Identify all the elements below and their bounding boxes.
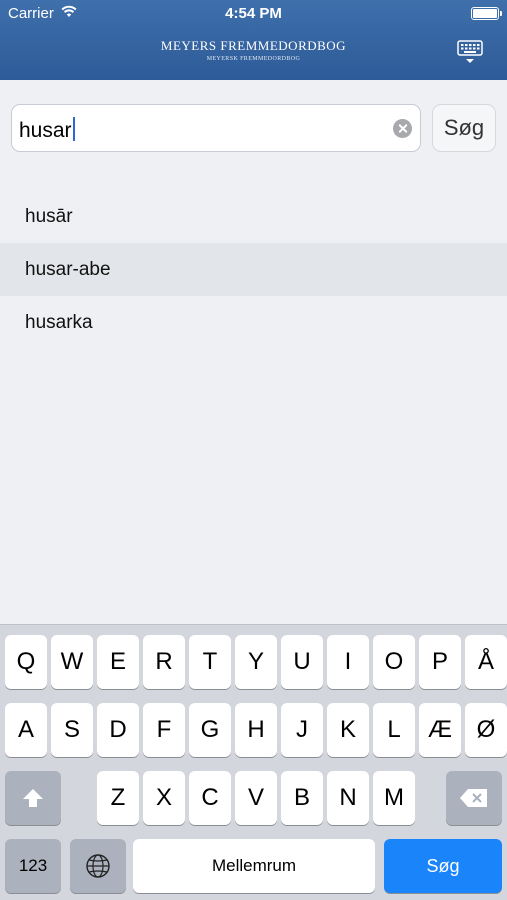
key-w[interactable]: W xyxy=(51,635,93,689)
key-n[interactable]: N xyxy=(327,771,369,825)
key-l[interactable]: L xyxy=(373,703,415,757)
globe-key[interactable] xyxy=(70,839,126,893)
backspace-icon xyxy=(460,789,487,807)
key-h[interactable]: H xyxy=(235,703,277,757)
result-item[interactable]: husār xyxy=(0,190,507,243)
space-key[interactable]: Mellemrum xyxy=(133,839,375,893)
key-o[interactable]: O xyxy=(373,635,415,689)
key-b[interactable]: B xyxy=(281,771,323,825)
status-bar: Carrier 4:54 PM xyxy=(0,0,507,28)
shift-icon xyxy=(23,789,43,807)
app-subtitle: MEYERSK FREMMEDORDBOG xyxy=(206,56,301,62)
battery-icon xyxy=(471,7,502,20)
backspace-key[interactable] xyxy=(446,771,502,825)
shift-key[interactable] xyxy=(5,771,61,825)
app-title: MEYERS FREMMEDORDBOG xyxy=(160,38,347,53)
key-g[interactable]: G xyxy=(189,703,231,757)
key-aa[interactable]: Å xyxy=(465,635,507,689)
status-time: 4:54 PM xyxy=(225,5,282,22)
key-k[interactable]: K xyxy=(327,703,369,757)
key-q[interactable]: Q xyxy=(5,635,47,689)
result-item-selected[interactable]: husar-abe xyxy=(0,243,507,296)
results-list: husār husar-abe husarka xyxy=(0,190,507,349)
text-caret xyxy=(72,117,75,141)
key-r[interactable]: R xyxy=(143,635,185,689)
search-input[interactable]: husar xyxy=(11,104,421,152)
key-s[interactable]: S xyxy=(51,703,93,757)
key-d[interactable]: D xyxy=(97,703,139,757)
globe-icon xyxy=(86,854,110,878)
key-v[interactable]: V xyxy=(235,771,277,825)
app-logo: MEYERS FREMMEDORDBOG MEYERSK FREMMEDORDB… xyxy=(0,38,507,62)
search-input-value: husar xyxy=(19,117,75,143)
clear-icon[interactable] xyxy=(393,119,412,138)
key-x[interactable]: X xyxy=(143,771,185,825)
on-screen-keyboard: Q W E R T Y U I O P Å A S D F G H J K L … xyxy=(0,624,507,900)
key-e[interactable]: E xyxy=(97,635,139,689)
key-p[interactable]: P xyxy=(419,635,461,689)
key-a[interactable]: A xyxy=(5,703,47,757)
key-t[interactable]: T xyxy=(189,635,231,689)
keyboard-dismiss-icon[interactable] xyxy=(457,40,483,66)
key-c[interactable]: C xyxy=(189,771,231,825)
search-go-key[interactable]: Søg xyxy=(384,839,502,893)
search-button[interactable]: Søg xyxy=(432,104,496,152)
key-oe[interactable]: Ø xyxy=(465,703,507,757)
result-item[interactable]: husarka xyxy=(0,296,507,349)
key-m[interactable]: M xyxy=(373,771,415,825)
key-j[interactable]: J xyxy=(281,703,323,757)
key-u[interactable]: U xyxy=(281,635,323,689)
key-y[interactable]: Y xyxy=(235,635,277,689)
key-f[interactable]: F xyxy=(143,703,185,757)
numbers-key[interactable]: 123 xyxy=(5,839,61,893)
key-z[interactable]: Z xyxy=(97,771,139,825)
key-ae[interactable]: Æ xyxy=(419,703,461,757)
key-i[interactable]: I xyxy=(327,635,369,689)
app-header: Carrier 4:54 PM MEYERS FREMMEDORDBOG MEY… xyxy=(0,0,507,80)
